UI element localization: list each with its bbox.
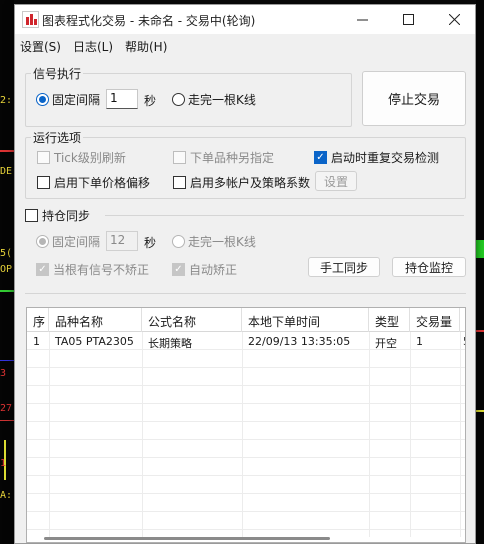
chart-line [0, 290, 14, 292]
column-header[interactable]: 本地下单时间 [242, 308, 369, 332]
background-chart-right [476, 0, 484, 544]
signal-seconds-label: 秒 [144, 94, 157, 108]
sync-interval-input[interactable]: 12 [106, 231, 138, 251]
tick-refresh-label: Tick级别刷新 [54, 151, 126, 165]
column-header[interactable]: 类型 [369, 308, 410, 332]
cell-volume: 1 [416, 335, 423, 348]
multi-account-label: 启用多帐户及策略系数 [190, 176, 311, 190]
horizontal-scrollbar[interactable] [44, 537, 330, 540]
signal-interval-input[interactable]: 1 [106, 89, 138, 109]
chart-mark: A: [0, 490, 13, 501]
signal-fixed-interval-label: 固定间隔 [52, 93, 101, 107]
cell-price: 5 [460, 334, 465, 352]
position-sync-divider [105, 215, 464, 216]
maximize-button[interactable] [385, 5, 431, 34]
table-row[interactable]: 1 TA05 PTA2305 长期策略 22/09/13 13:35:05 开空… [27, 334, 465, 352]
window-title: 图表程式化交易 - 未命名 - 交易中(轮询) [42, 14, 256, 28]
signal-group-label: 信号执行 [31, 65, 84, 82]
chart-mark: 1 [0, 458, 7, 469]
maximize-icon [402, 14, 414, 25]
no-correct-label: 当根有信号不矫正 [53, 263, 150, 277]
app-icon [22, 11, 39, 28]
position-sync-label: 持仓同步 [42, 209, 91, 223]
trading-dialog: 图表程式化交易 - 未命名 - 交易中(轮询) 设置(S) 日志(L) 帮助(H… [14, 4, 476, 544]
column-header[interactable]: 品种名称 [49, 308, 142, 332]
sync-kline-label: 走完一根K线 [188, 235, 256, 249]
trades-table[interactable]: 序 品种名称 公式名称 本地下单时间 类型 交易量 价 1 TA05 PTA23… [26, 307, 466, 543]
chart-line [0, 420, 14, 421]
chart-line [476, 240, 484, 258]
column-header[interactable]: 公式名称 [142, 308, 242, 332]
price-offset-label: 启用下单价格偏移 [54, 176, 151, 190]
menu-log[interactable]: 日志(L) [73, 38, 113, 55]
multi-account-settings-button[interactable]: 设置 [315, 171, 357, 191]
sync-fixed-interval-label: 固定间隔 [52, 235, 101, 249]
sync-seconds-label: 秒 [144, 236, 157, 250]
title-bar[interactable]: 图表程式化交易 - 未命名 - 交易中(轮询) [15, 5, 475, 34]
menu-bar: 设置(S) 日志(L) 帮助(H) [15, 34, 475, 56]
chart-mark: 2: [0, 95, 13, 106]
table-divider [25, 293, 466, 294]
auto-correct-label: 自动矫正 [189, 263, 238, 277]
table-header: 序 品种名称 公式名称 本地下单时间 类型 交易量 价 [27, 308, 465, 332]
position-sync-checkbox[interactable]: 持仓同步 [25, 207, 90, 224]
chart-line [476, 330, 484, 332]
menu-help[interactable]: 帮助(H) [125, 38, 167, 55]
chart-mark: DE [0, 166, 13, 177]
chart-mark: 5( [0, 248, 13, 259]
chart-mark: 3 [0, 368, 7, 379]
order-symbol-checkbox[interactable]: 下单品种另指定 [173, 149, 274, 166]
startup-check-label: 启动时重复交易检测 [331, 151, 440, 165]
cell-order-time: 22/09/13 13:35:05 [248, 335, 351, 348]
tick-refresh-checkbox[interactable]: Tick级别刷新 [37, 149, 126, 166]
position-monitor-button[interactable]: 持仓监控 [392, 257, 466, 277]
chart-line [0, 360, 14, 361]
no-correct-checkbox[interactable]: ✓ 当根有信号不矫正 [36, 261, 149, 278]
chart-mark: 27 [0, 403, 13, 414]
signal-kline-label: 走完一根K线 [188, 93, 256, 107]
price-offset-checkbox[interactable]: 启用下单价格偏移 [37, 174, 150, 191]
manual-sync-button[interactable]: 手工同步 [308, 257, 380, 277]
cell-type: 开空 [375, 337, 397, 350]
cell-symbol: TA05 PTA2305 [55, 335, 134, 348]
signal-fixed-interval-radio[interactable]: 固定间隔 [36, 91, 100, 108]
sync-kline-radio[interactable]: 走完一根K线 [172, 233, 256, 250]
options-group-label: 运行选项 [31, 129, 84, 146]
close-button[interactable] [431, 5, 477, 34]
column-header[interactable]: 价 [460, 308, 465, 332]
signal-kline-radio[interactable]: 走完一根K线 [172, 91, 256, 108]
minimize-icon [356, 19, 368, 21]
startup-check-checkbox[interactable]: ✓ 启动时重复交易检测 [314, 149, 439, 166]
chart-mark: OP [0, 264, 13, 275]
background-chart-left: 2: DE 5( OP 3 27 1 A: [0, 0, 14, 544]
column-header[interactable]: 序 [27, 308, 49, 332]
cell-formula: 长期策略 [148, 337, 192, 350]
auto-correct-checkbox[interactable]: ✓ 自动矫正 [172, 261, 237, 278]
order-symbol-label: 下单品种另指定 [190, 151, 275, 165]
multi-account-checkbox[interactable]: 启用多帐户及策略系数 [173, 174, 310, 191]
minimize-button[interactable] [339, 5, 385, 34]
column-header[interactable]: 交易量 [410, 308, 460, 332]
chart-line [0, 150, 14, 152]
chart-line [476, 410, 484, 412]
menu-settings[interactable]: 设置(S) [20, 38, 61, 55]
sync-fixed-interval-radio[interactable]: 固定间隔 [36, 233, 100, 250]
cell-index: 1 [33, 335, 40, 348]
stop-trading-button[interactable]: 停止交易 [362, 71, 466, 126]
close-icon [448, 14, 460, 25]
